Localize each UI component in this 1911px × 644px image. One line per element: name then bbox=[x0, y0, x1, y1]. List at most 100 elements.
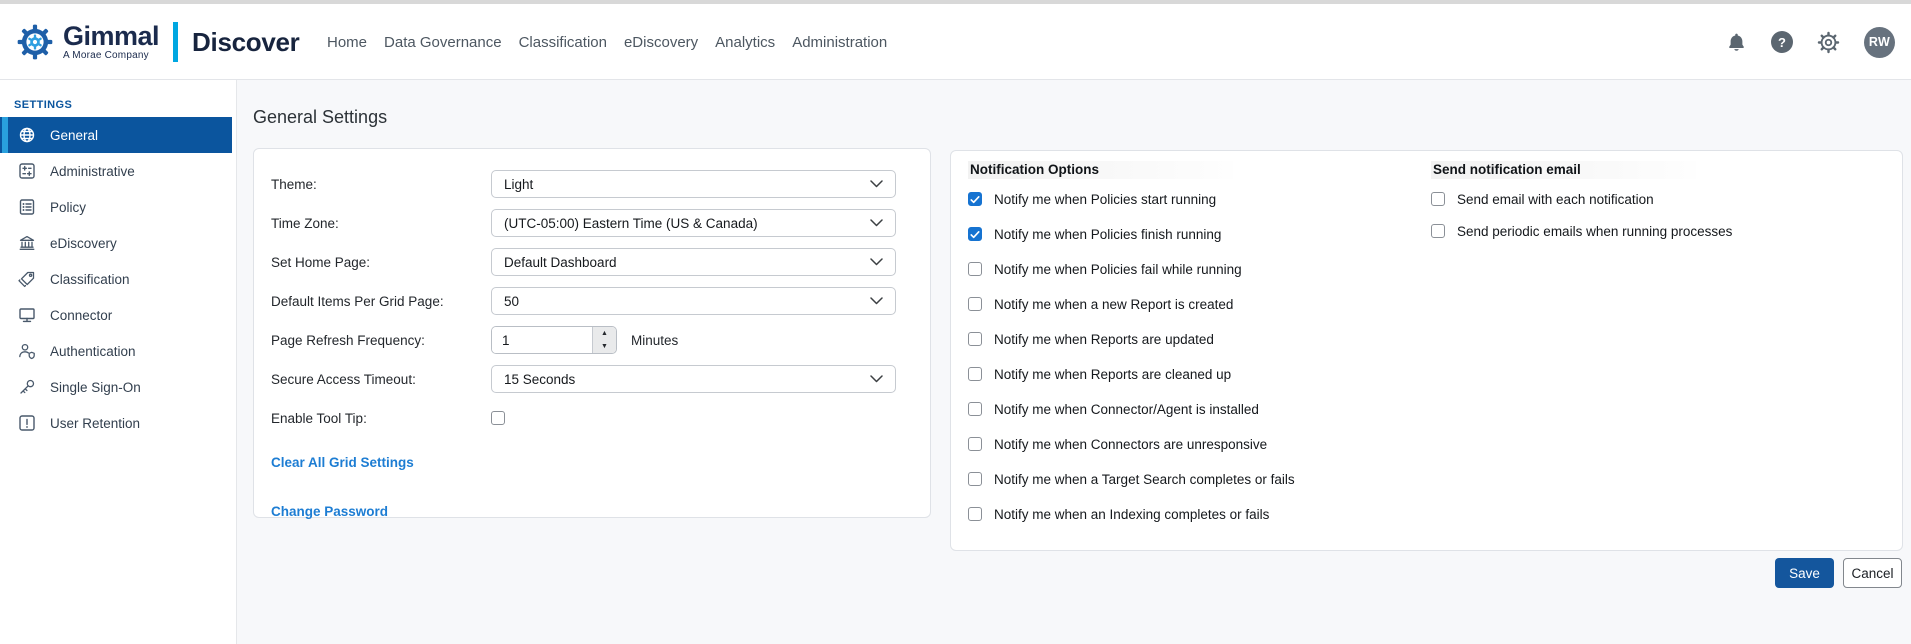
chevron-down-icon bbox=[870, 258, 883, 266]
checkbox[interactable] bbox=[968, 227, 982, 241]
sidebar-item-general[interactable]: General bbox=[0, 117, 232, 153]
chevron-down-icon bbox=[870, 219, 883, 227]
send-email-column: Send notification email Send email with … bbox=[1431, 161, 1891, 239]
settings-gear-icon[interactable] bbox=[1817, 31, 1840, 54]
sidebar-item-label: eDiscovery bbox=[50, 236, 117, 251]
checkbox-label: Notify me when a new Report is created bbox=[994, 297, 1233, 312]
checkbox-label: Send periodic emails when running proces… bbox=[1457, 224, 1732, 239]
app-header: Gimmal A Morae Company Discover Home Dat… bbox=[0, 4, 1911, 80]
stepper-up-icon[interactable]: ▲ bbox=[593, 327, 616, 340]
refresh-frequency-label: Page Refresh Frequency: bbox=[271, 333, 491, 348]
sidebar-item-policy[interactable]: Policy bbox=[0, 189, 236, 225]
theme-select[interactable]: Light bbox=[491, 170, 896, 198]
theme-row: Theme: Light bbox=[254, 170, 930, 198]
sidebar-item-user-retention[interactable]: User Retention bbox=[0, 405, 236, 441]
clear-grid-settings-link[interactable]: Clear All Grid Settings bbox=[271, 455, 414, 470]
sidebar-item-authentication[interactable]: Authentication bbox=[0, 333, 236, 369]
checkbox-label: Send email with each notification bbox=[1457, 192, 1654, 207]
main-nav: Home Data Governance Classification eDis… bbox=[327, 4, 887, 80]
sidebar-item-ediscovery[interactable]: eDiscovery bbox=[0, 225, 236, 261]
notification-option-row: Notify me when Policies start running bbox=[968, 191, 1413, 207]
checkbox[interactable] bbox=[968, 507, 982, 521]
items-per-page-select[interactable]: 50 bbox=[491, 287, 896, 315]
theme-value: Light bbox=[504, 177, 533, 192]
change-password-link[interactable]: Change Password bbox=[271, 504, 930, 519]
list-square-icon bbox=[18, 198, 36, 216]
general-settings-card: Theme: Light Time Zone: (UTC-05:00) East… bbox=[253, 148, 931, 518]
header-icons: ? RW bbox=[1726, 4, 1895, 80]
secure-timeout-row: Secure Access Timeout: 15 Seconds bbox=[254, 365, 930, 393]
refresh-frequency-input[interactable] bbox=[492, 327, 592, 353]
secure-timeout-select[interactable]: 15 Seconds bbox=[491, 365, 896, 393]
timezone-select[interactable]: (UTC-05:00) Eastern Time (US & Canada) bbox=[491, 209, 896, 237]
nav-home[interactable]: Home bbox=[327, 34, 367, 51]
items-per-page-label: Default Items Per Grid Page: bbox=[271, 294, 491, 309]
help-icon[interactable]: ? bbox=[1771, 31, 1793, 53]
secure-timeout-label: Secure Access Timeout: bbox=[271, 372, 491, 387]
sidebar-item-classification[interactable]: Classification bbox=[0, 261, 236, 297]
home-page-select[interactable]: Default Dashboard bbox=[491, 248, 896, 276]
nav-ediscovery[interactable]: eDiscovery bbox=[624, 34, 698, 51]
sidebar-item-label: Classification bbox=[50, 272, 130, 287]
notification-option-row: Notify me when Connector/Agent is instal… bbox=[968, 401, 1413, 417]
sidebar-item-label: Authentication bbox=[50, 344, 136, 359]
sidebar-section-label: SETTINGS bbox=[14, 99, 236, 113]
checkbox[interactable] bbox=[968, 297, 982, 311]
checkbox[interactable] bbox=[968, 472, 982, 486]
checkbox[interactable] bbox=[968, 192, 982, 206]
checkbox-label: Notify me when Connectors are unresponsi… bbox=[994, 437, 1267, 452]
send-email-title: Send notification email bbox=[1431, 161, 1696, 179]
chevron-down-icon bbox=[870, 375, 883, 383]
notification-option-row: Notify me when Policies fail while runni… bbox=[968, 261, 1413, 277]
save-button[interactable]: Save bbox=[1775, 558, 1834, 588]
settings-sidebar: SETTINGS General Administrative Policy e… bbox=[0, 80, 237, 644]
cancel-button[interactable]: Cancel bbox=[1843, 558, 1902, 588]
user-shield-icon bbox=[18, 342, 36, 360]
user-avatar[interactable]: RW bbox=[1864, 27, 1895, 58]
notification-option-row: Notify me when a new Report is created bbox=[968, 296, 1413, 312]
app-logo[interactable]: Gimmal A Morae Company Discover bbox=[14, 16, 300, 68]
checkbox[interactable] bbox=[968, 367, 982, 381]
refresh-frequency-stepper: ▲ ▼ bbox=[491, 326, 617, 354]
home-page-label: Set Home Page: bbox=[271, 255, 491, 270]
sliders-square-icon bbox=[18, 162, 36, 180]
sidebar-item-connector[interactable]: Connector bbox=[0, 297, 236, 333]
refresh-frequency-row: Page Refresh Frequency: ▲ ▼ Minutes bbox=[254, 326, 930, 354]
nav-classification[interactable]: Classification bbox=[519, 34, 607, 51]
tags-icon bbox=[18, 270, 36, 288]
bank-icon bbox=[18, 234, 36, 252]
nav-data-governance[interactable]: Data Governance bbox=[384, 34, 502, 51]
monitor-icon bbox=[18, 306, 36, 324]
sidebar-item-label: Single Sign-On bbox=[50, 380, 141, 395]
checkbox-label: Notify me when Policies fail while runni… bbox=[994, 262, 1242, 277]
timezone-label: Time Zone: bbox=[271, 216, 491, 231]
tooltip-label: Enable Tool Tip: bbox=[271, 411, 491, 426]
checkbox-label: Notify me when Policies finish running bbox=[994, 227, 1221, 242]
checkbox-label: Notify me when Reports are updated bbox=[994, 332, 1214, 347]
key-icon bbox=[18, 378, 36, 396]
stepper-down-icon[interactable]: ▼ bbox=[593, 340, 616, 353]
items-per-page-row: Default Items Per Grid Page: 50 bbox=[254, 287, 930, 315]
nav-administration[interactable]: Administration bbox=[792, 34, 887, 51]
notification-option-row: Notify me when a Target Search completes… bbox=[968, 471, 1413, 487]
chevron-down-icon bbox=[870, 180, 883, 188]
checkbox[interactable] bbox=[1431, 192, 1445, 206]
nav-analytics[interactable]: Analytics bbox=[715, 34, 775, 51]
sidebar-item-label: Administrative bbox=[50, 164, 135, 179]
checkbox[interactable] bbox=[1431, 224, 1445, 238]
page-title: General Settings bbox=[253, 107, 387, 128]
timezone-value: (UTC-05:00) Eastern Time (US & Canada) bbox=[504, 216, 758, 231]
sidebar-item-administrative[interactable]: Administrative bbox=[0, 153, 236, 189]
gimmal-gear-logo-icon bbox=[14, 21, 56, 63]
alert-square-icon bbox=[18, 414, 36, 432]
tooltip-checkbox[interactable] bbox=[491, 411, 505, 425]
notification-option-row: Notify me when Reports are updated bbox=[968, 331, 1413, 347]
stepper-buttons: ▲ ▼ bbox=[592, 327, 616, 353]
checkbox[interactable] bbox=[968, 402, 982, 416]
secure-timeout-value: 15 Seconds bbox=[504, 372, 575, 387]
sidebar-item-single-sign-on[interactable]: Single Sign-On bbox=[0, 369, 236, 405]
notifications-bell-icon[interactable] bbox=[1726, 32, 1747, 53]
checkbox[interactable] bbox=[968, 262, 982, 276]
checkbox[interactable] bbox=[968, 332, 982, 346]
checkbox[interactable] bbox=[968, 437, 982, 451]
